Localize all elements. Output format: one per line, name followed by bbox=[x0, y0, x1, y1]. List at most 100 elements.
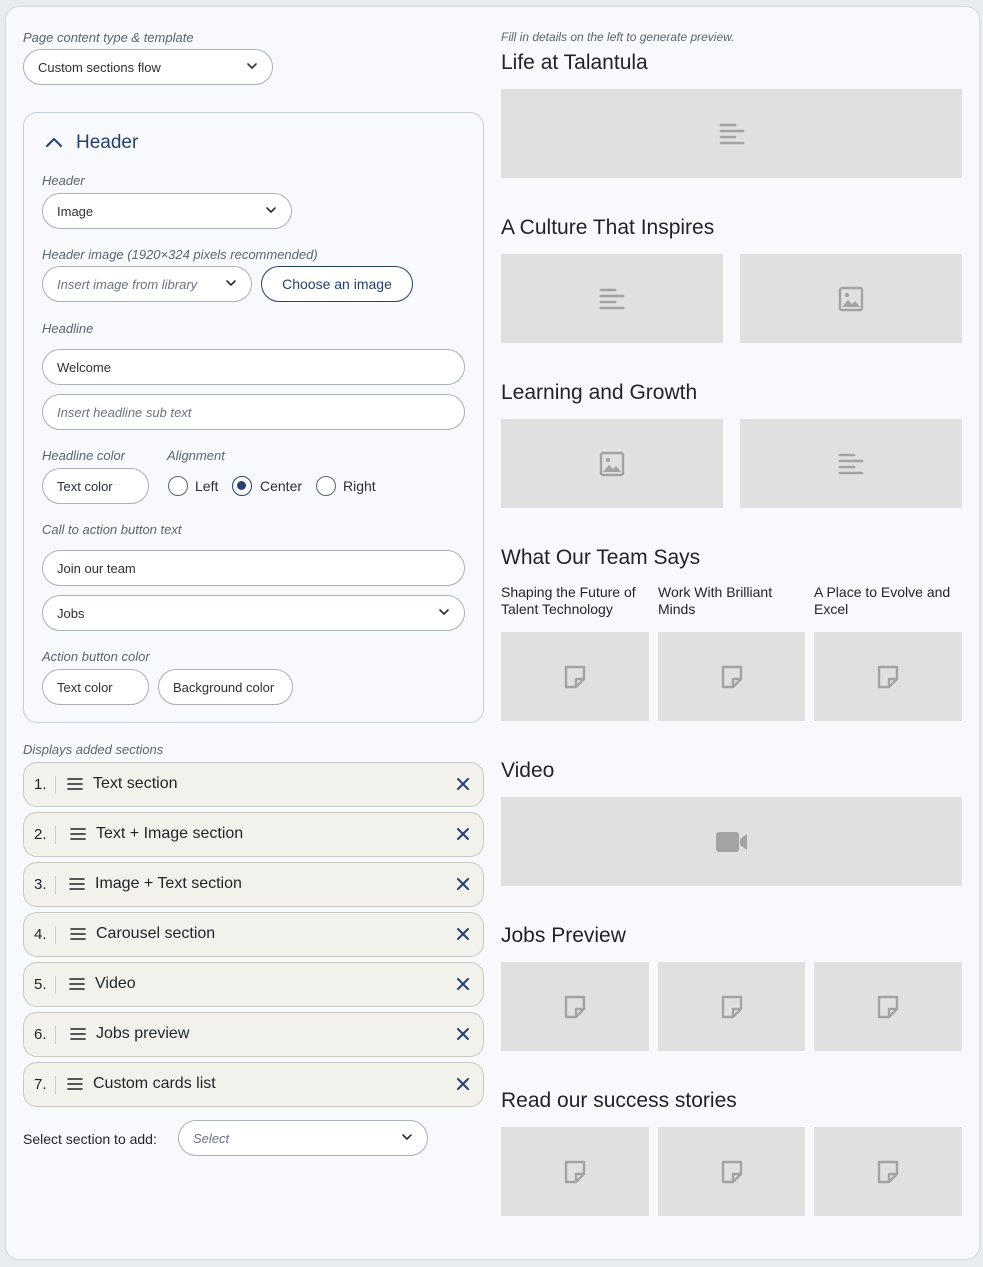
section-row[interactable]: 3. Image + Text section bbox=[23, 862, 484, 907]
job-card-placeholder bbox=[814, 962, 962, 1051]
headline-subtext-placeholder: Insert headline sub text bbox=[57, 404, 192, 420]
close-icon[interactable] bbox=[455, 776, 471, 792]
drag-handle-icon[interactable] bbox=[70, 927, 86, 941]
text-lines-icon bbox=[599, 286, 625, 312]
headline-subtext-input[interactable]: Insert headline sub text bbox=[42, 394, 465, 430]
preview-page-title: Life at Talantula bbox=[501, 51, 648, 74]
close-icon[interactable] bbox=[455, 876, 471, 892]
header-placeholder bbox=[501, 89, 962, 178]
drag-handle-icon[interactable] bbox=[69, 977, 85, 991]
header-type-select[interactable]: Image bbox=[42, 193, 292, 229]
text-placeholder bbox=[501, 254, 723, 343]
drag-handle-icon[interactable] bbox=[67, 1077, 83, 1091]
section-divider bbox=[55, 776, 56, 794]
chevron-down-icon bbox=[246, 60, 258, 72]
image-library-select[interactable]: Insert image from library bbox=[42, 266, 252, 302]
choose-image-button[interactable]: Choose an image bbox=[261, 266, 413, 302]
section-row[interactable]: 1. Text section bbox=[23, 762, 484, 807]
note-icon bbox=[562, 664, 588, 690]
chevron-up-icon[interactable] bbox=[45, 135, 63, 149]
section-row[interactable]: 5. Video bbox=[23, 962, 484, 1007]
section-divider bbox=[55, 976, 56, 994]
note-icon bbox=[719, 664, 745, 690]
add-section-label: Select section to add: bbox=[23, 1131, 157, 1147]
section-divider bbox=[55, 1076, 56, 1094]
video-camera-icon bbox=[715, 830, 749, 854]
section-title: Custom cards list bbox=[93, 1075, 216, 1092]
cta-link-select[interactable]: Jobs bbox=[42, 595, 465, 631]
section-divider bbox=[55, 876, 56, 894]
header-card-title[interactable]: Header bbox=[76, 132, 138, 154]
section-row[interactable]: 7. Custom cards list bbox=[23, 1062, 484, 1107]
text-placeholder bbox=[740, 419, 962, 508]
section-divider bbox=[55, 1026, 56, 1044]
alignment-left-label[interactable]: Left bbox=[195, 478, 218, 494]
chevron-down-icon bbox=[265, 204, 277, 216]
action-bg-color-button[interactable]: Background color bbox=[158, 669, 293, 705]
header-type-label: Header bbox=[42, 173, 85, 188]
section-row[interactable]: 2. Text + Image section bbox=[23, 812, 484, 857]
drag-handle-icon[interactable] bbox=[69, 877, 85, 891]
alignment-center-radio[interactable] bbox=[232, 476, 252, 496]
drag-handle-icon[interactable] bbox=[67, 777, 83, 791]
headline-input[interactable]: Welcome bbox=[42, 349, 465, 385]
section-number: 5. bbox=[34, 976, 47, 993]
close-icon[interactable] bbox=[455, 1026, 471, 1042]
section-number: 7. bbox=[34, 1076, 47, 1093]
note-icon bbox=[875, 1159, 901, 1185]
chevron-down-icon bbox=[225, 277, 237, 289]
alignment-right-label[interactable]: Right bbox=[343, 478, 376, 494]
close-icon[interactable] bbox=[455, 1076, 471, 1092]
section-number: 1. bbox=[34, 776, 47, 793]
drag-handle-icon[interactable] bbox=[70, 827, 86, 841]
note-icon bbox=[875, 994, 901, 1020]
action-text-color-button[interactable]: Text color bbox=[42, 669, 149, 705]
section-title: Image + Text section bbox=[95, 875, 242, 892]
note-icon bbox=[719, 994, 745, 1020]
video-placeholder bbox=[501, 797, 962, 886]
preview-section-title: A Culture That Inspires bbox=[501, 216, 715, 239]
section-number: 2. bbox=[34, 826, 47, 843]
close-icon[interactable] bbox=[455, 976, 471, 992]
preview-section-title: Learning and Growth bbox=[501, 381, 698, 404]
section-title: Text + Image section bbox=[96, 825, 244, 842]
image-icon bbox=[599, 451, 625, 477]
text-lines-icon bbox=[719, 121, 745, 147]
preview-section-title: Read our success stories bbox=[501, 1089, 737, 1112]
story-card-placeholder bbox=[501, 1127, 649, 1216]
card-placeholder bbox=[814, 632, 962, 721]
drag-handle-icon[interactable] bbox=[70, 1027, 86, 1041]
close-icon[interactable] bbox=[455, 826, 471, 842]
sections-label: Displays added sections bbox=[23, 742, 164, 757]
job-card-placeholder bbox=[501, 962, 649, 1051]
section-title: Carousel section bbox=[96, 925, 216, 942]
chevron-down-icon bbox=[401, 1131, 413, 1143]
header-type-value: Image bbox=[57, 203, 94, 219]
section-row[interactable]: 6. Jobs preview bbox=[23, 1012, 484, 1057]
image-placeholder bbox=[501, 419, 723, 508]
cta-text-value: Join our team bbox=[57, 560, 136, 576]
add-section-select[interactable]: Select bbox=[178, 1120, 428, 1156]
card-placeholder bbox=[658, 632, 805, 721]
cta-text-input[interactable]: Join our team bbox=[42, 550, 465, 586]
alignment-right-radio[interactable] bbox=[316, 476, 336, 496]
headline-text-color-label: Text color bbox=[57, 478, 113, 494]
headline-text-color-button[interactable]: Text color bbox=[42, 468, 149, 504]
chevron-down-icon bbox=[438, 606, 450, 618]
action-bg-color-label: Background color bbox=[173, 679, 275, 695]
template-label: Page content type & template bbox=[23, 30, 194, 45]
template-select[interactable]: Custom sections flow bbox=[23, 49, 273, 85]
note-icon bbox=[562, 994, 588, 1020]
section-title: Jobs preview bbox=[96, 1025, 190, 1042]
image-icon bbox=[838, 286, 864, 312]
alignment-left-radio[interactable] bbox=[168, 476, 188, 496]
template-select-value: Custom sections flow bbox=[38, 59, 161, 75]
section-row[interactable]: 4. Carousel section bbox=[23, 912, 484, 957]
note-icon bbox=[875, 664, 901, 690]
preview-section-title: What Our Team Says bbox=[501, 546, 701, 569]
preview-section-title: Jobs Preview bbox=[501, 924, 626, 947]
close-icon[interactable] bbox=[455, 926, 471, 942]
section-divider bbox=[55, 926, 56, 944]
action-color-label: Action button color bbox=[42, 649, 150, 664]
alignment-center-label[interactable]: Center bbox=[260, 478, 302, 494]
